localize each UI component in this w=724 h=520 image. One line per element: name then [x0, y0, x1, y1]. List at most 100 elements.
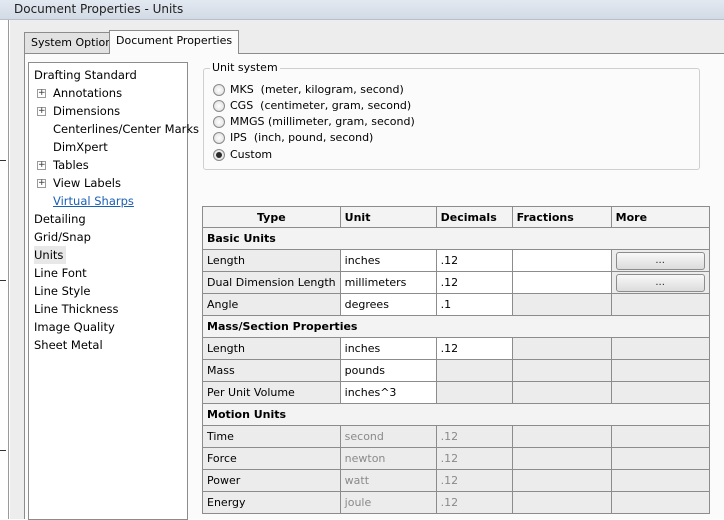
more-cell — [610, 337, 710, 360]
type-cell: Energy — [202, 491, 341, 514]
tab-label: Document Properties — [116, 34, 233, 47]
decimals-dropdown[interactable]: .12 — [435, 271, 513, 294]
type-cell: Mass — [202, 359, 341, 382]
radio-label: MMGS (millimeter, gram, second) — [230, 115, 415, 128]
decimals-dropdown[interactable]: .1 — [435, 293, 513, 316]
unit-dropdown[interactable]: degrees — [339, 293, 437, 316]
radio-label: CGS (centimeter, gram, second) — [230, 99, 412, 112]
more-cell: ... — [610, 249, 710, 272]
tree-item-dimxpert[interactable]: DimXpert — [53, 138, 108, 156]
more-cell — [610, 491, 710, 514]
radio-button[interactable] — [213, 132, 225, 144]
section-row: Mass/Section Properties — [202, 315, 710, 338]
tree-item-dimensions[interactable]: + Dimensions — [37, 102, 185, 120]
tree-item-label: DimXpert — [53, 140, 108, 154]
unit-dropdown[interactable]: pounds — [339, 359, 437, 382]
more-cell — [610, 359, 710, 382]
tree-item-annotations[interactable]: + Annotations — [37, 84, 185, 102]
decimals-field — [435, 359, 513, 382]
fractions-field — [511, 337, 612, 360]
table-row: Per Unit Volume inches^3 — [202, 381, 710, 404]
tab-label: System Options — [31, 36, 118, 49]
fractions-field[interactable] — [511, 271, 612, 294]
tree-item-grid-snap[interactable]: Grid/Snap — [34, 228, 91, 246]
fractions-field — [511, 469, 612, 492]
tree-item-label: Line Font — [34, 266, 87, 280]
tree-item-line-font[interactable]: Line Font — [34, 264, 87, 282]
tree-item-drafting-standard[interactable]: Drafting Standard — [34, 66, 137, 84]
tree-item-detailing[interactable]: Detailing — [34, 210, 86, 228]
tree-item-label: Virtual Sharps — [53, 194, 134, 208]
decimals-value: .12 — [435, 447, 513, 470]
tree-item-tables[interactable]: + Tables — [37, 156, 185, 174]
table-row: Energy joule .12 — [202, 491, 710, 514]
tab-panel: Drafting Standard + Annotations + Dimens… — [24, 53, 724, 520]
tab-document-properties[interactable]: Document Properties — [109, 30, 240, 54]
tree-item-centerlines[interactable]: Centerlines/Center Marks — [53, 120, 199, 138]
radio-button[interactable] — [213, 84, 225, 96]
radio-label: MKS (meter, kilogram, second) — [230, 83, 404, 96]
table-row: Time second .12 — [202, 425, 710, 448]
tree-item-label: Detailing — [34, 212, 86, 226]
tree-item-sheet-metal[interactable]: Sheet Metal — [34, 336, 103, 354]
decimals-dropdown[interactable]: .12 — [435, 337, 513, 360]
section-row: Motion Units — [202, 403, 710, 426]
unit-system-legend: Unit system — [210, 61, 280, 74]
window-title: Document Properties - Units — [14, 2, 184, 16]
units-table: Type Unit Decimals Fractions More Basic … — [202, 206, 710, 514]
unit-dropdown[interactable]: millimeters — [339, 271, 437, 294]
decimals-value: .12 — [435, 425, 513, 448]
table-row: Power watt .12 — [202, 469, 710, 492]
more-cell — [610, 447, 710, 470]
type-cell: Time — [202, 425, 341, 448]
more-button[interactable]: ... — [615, 251, 705, 270]
fractions-field — [511, 491, 612, 514]
unit-value: newton — [339, 447, 437, 470]
properties-tree[interactable]: Drafting Standard + Annotations + Dimens… — [28, 62, 199, 520]
radio-button[interactable] — [213, 100, 225, 112]
table-row: Force newton .12 — [202, 447, 710, 470]
more-button[interactable]: ... — [615, 273, 705, 292]
tree-item-label: Image Quality — [34, 320, 115, 334]
section-row: Basic Units — [202, 227, 710, 250]
expand-plus-icon[interactable]: + — [37, 107, 46, 116]
tree-item-label: Drafting Standard — [34, 68, 137, 82]
type-cell: Angle — [202, 293, 341, 316]
fractions-field — [511, 293, 612, 316]
section-label: Motion Units — [202, 403, 710, 426]
table-row: Angle degrees .1 — [202, 293, 710, 316]
radio-button[interactable] — [213, 116, 225, 128]
tree-item-label: Dimensions — [53, 104, 121, 118]
expand-plus-icon[interactable]: + — [37, 161, 46, 170]
table-row: Mass pounds — [202, 359, 710, 382]
fractions-field[interactable] — [511, 249, 612, 272]
more-cell — [610, 425, 710, 448]
expand-plus-icon[interactable]: + — [37, 179, 46, 188]
fractions-field — [511, 359, 612, 382]
unit-dropdown[interactable]: inches — [339, 249, 437, 272]
table-row: Length inches .12 ... — [202, 249, 710, 272]
tree-item-virtual-sharps[interactable]: Virtual Sharps — [53, 192, 134, 210]
decimals-value: .12 — [435, 491, 513, 514]
unit-dropdown[interactable]: inches^3 — [339, 381, 437, 404]
radio-label: IPS (inch, pound, second) — [230, 131, 374, 144]
unit-dropdown[interactable]: inches — [339, 337, 437, 360]
column-header-more: More — [610, 206, 710, 228]
tree-item-label: Centerlines/Center Marks — [53, 122, 200, 136]
expand-plus-icon[interactable]: + — [37, 89, 46, 98]
more-cell: ... — [610, 271, 710, 294]
background-window-edge — [0, 20, 9, 519]
unit-value: second — [339, 425, 437, 448]
tree-item-label: Tables — [53, 158, 89, 172]
tree-item-units[interactable]: Units — [34, 246, 67, 264]
tree-item-view-labels[interactable]: + View Labels — [37, 174, 185, 192]
tree-item-image-quality[interactable]: Image Quality — [34, 318, 115, 336]
tree-item-line-style[interactable]: Line Style — [34, 282, 91, 300]
decimals-value: .12 — [435, 469, 513, 492]
type-cell: Length — [202, 249, 341, 272]
tree-item-label: Grid/Snap — [34, 230, 91, 244]
tree-item-label: Annotations — [53, 86, 123, 100]
decimals-dropdown[interactable]: .12 — [435, 249, 513, 272]
tree-item-line-thickness[interactable]: Line Thickness — [34, 300, 118, 318]
radio-button[interactable] — [213, 149, 225, 161]
